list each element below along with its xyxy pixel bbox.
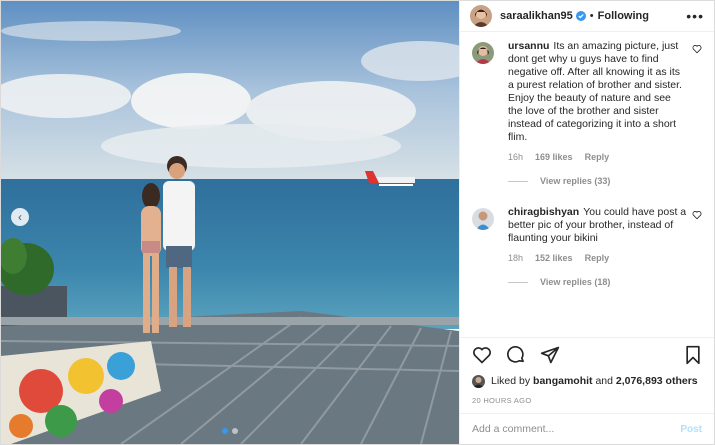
- liked-by-count[interactable]: 2,076,893 others: [616, 375, 698, 387]
- commenter-avatar[interactable]: [472, 42, 494, 64]
- more-options-icon[interactable]: •••: [686, 8, 704, 24]
- comment-username[interactable]: chiragbishyan: [508, 206, 579, 218]
- comment-likes[interactable]: 152 likes: [535, 253, 573, 263]
- author-avatar[interactable]: [470, 5, 492, 27]
- liked-by-user[interactable]: bangamohit: [533, 375, 593, 387]
- post-timestamp[interactable]: 20 HOURS AGO: [460, 390, 714, 413]
- carousel-dot: [232, 428, 238, 434]
- post-actions-bar: [460, 337, 714, 372]
- carousel-dot: [222, 428, 228, 434]
- chevron-left-icon: ‹: [18, 210, 22, 224]
- liker-avatar[interactable]: [472, 374, 485, 388]
- comment-likes[interactable]: 169 likes: [535, 152, 573, 162]
- post-photo[interactable]: ‹: [1, 1, 459, 444]
- view-replies-label: View replies (18): [540, 277, 611, 287]
- verified-badge-icon: [575, 11, 586, 21]
- post-comment-button[interactable]: Post: [680, 424, 702, 435]
- post-modal: ‹ saraalikhan95 • Following ••• ursannu …: [0, 0, 715, 445]
- liked-by-and: and: [595, 375, 613, 387]
- comment-bubble-icon[interactable]: [506, 345, 526, 365]
- comment-input[interactable]: [472, 423, 681, 435]
- carousel-indicator: [222, 428, 238, 434]
- comment-like-heart-icon[interactable]: [692, 210, 702, 220]
- likes-summary: Liked by bangamohit and 2,076,893 others: [460, 372, 714, 390]
- comment-meta: 16h 169 likes Reply: [508, 152, 688, 162]
- comment-meta: 18h 152 likes Reply: [508, 253, 688, 263]
- header-separator: •: [589, 10, 594, 22]
- replies-line: [508, 281, 528, 283]
- view-replies-button[interactable]: View replies (33): [508, 176, 688, 186]
- comment-item: ursannu Its an amazing picture, just dont…: [472, 40, 702, 186]
- share-paper-plane-icon[interactable]: [540, 345, 560, 365]
- replies-line: [508, 180, 528, 182]
- following-button[interactable]: Following: [598, 10, 649, 22]
- comment-username[interactable]: ursannu: [508, 40, 549, 52]
- comment-time: 18h: [508, 253, 524, 263]
- comment-like-heart-icon[interactable]: [692, 44, 702, 54]
- add-comment-bar: Post: [460, 413, 714, 444]
- photo-image: [1, 1, 459, 444]
- comment-time: 16h: [508, 152, 524, 162]
- view-replies-label: View replies (33): [540, 176, 611, 186]
- comment-text: Its an amazing picture, just dont get wh…: [508, 40, 682, 143]
- like-heart-icon[interactable]: [472, 345, 492, 365]
- author-username[interactable]: saraalikhan95: [500, 10, 573, 22]
- liked-by-prefix: Liked by: [491, 375, 531, 387]
- carousel-prev-button[interactable]: ‹: [11, 208, 29, 226]
- comments-list: ursannu Its an amazing picture, just dont…: [460, 32, 714, 337]
- post-header: saraalikhan95 • Following •••: [460, 1, 714, 32]
- reply-button[interactable]: Reply: [585, 152, 610, 162]
- comment-item: chiragbishyan You could have post a bette…: [472, 206, 702, 287]
- reply-button[interactable]: Reply: [585, 253, 610, 263]
- view-replies-button[interactable]: View replies (18): [508, 277, 688, 287]
- commenter-avatar[interactable]: [472, 208, 494, 230]
- bookmark-icon[interactable]: [684, 345, 702, 365]
- post-side-panel: saraalikhan95 • Following ••• ursannu Its…: [459, 1, 714, 444]
